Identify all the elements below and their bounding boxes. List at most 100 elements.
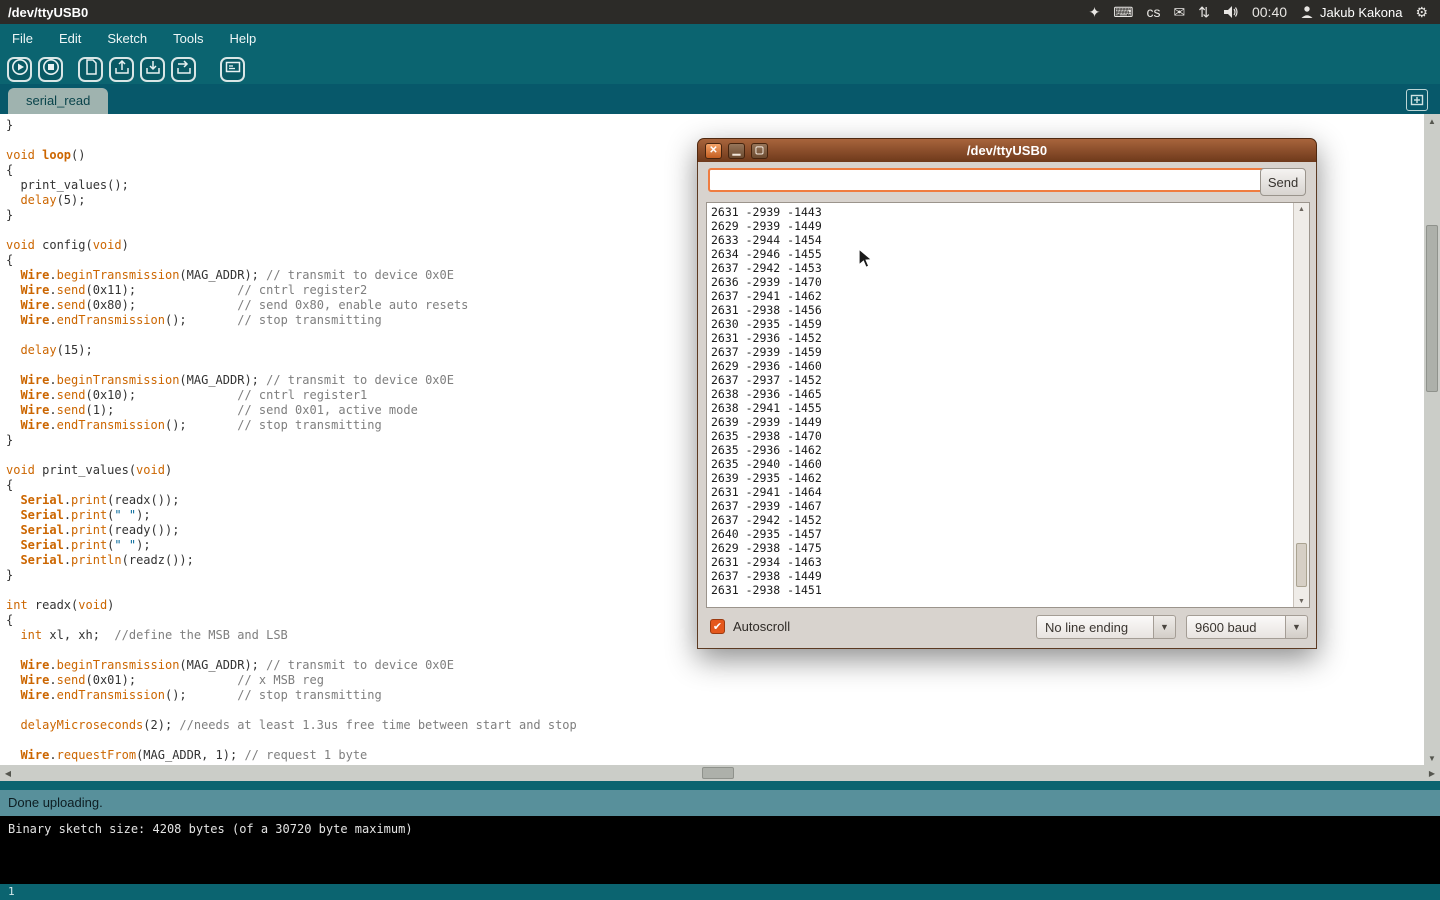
serial-line: 2640 -2935 -1457	[711, 527, 822, 541]
serial-line: 2637 -2941 -1462	[711, 289, 822, 303]
line-ending-select[interactable]: No line ending	[1036, 615, 1154, 639]
serial-line: 2638 -2936 -1465	[711, 387, 822, 401]
serial-output-scrollbar[interactable]: ▲ ▼	[1293, 203, 1309, 607]
serial-line: 2637 -2939 -1467	[711, 499, 822, 513]
baud-rate-select[interactable]: 9600 baud	[1186, 615, 1286, 639]
serial-line: 2631 -2934 -1463	[711, 555, 822, 569]
keyboard-icon[interactable]: ⌨	[1113, 5, 1133, 19]
serial-window-titlebar[interactable]: ✕ ▁ ▢ /dev/ttyUSB0	[697, 138, 1317, 162]
toolbar	[0, 54, 251, 84]
upload-button[interactable]	[171, 57, 196, 82]
serial-scroll-up-arrow[interactable]: ▲	[1294, 203, 1309, 215]
code-line: Wire.send(0x01); // x MSB reg	[6, 673, 1424, 688]
mail-icon[interactable]: ✉	[1174, 5, 1186, 19]
code-line: Wire.endTransmission(); // stop transmit…	[6, 688, 1424, 703]
menu-item-tools[interactable]: Tools	[173, 31, 203, 46]
editor-vertical-scrollbar[interactable]: ▲ ▼	[1424, 114, 1440, 765]
scroll-left-arrow[interactable]: ◀	[0, 766, 16, 780]
serial-line: 2635 -2938 -1470	[711, 429, 822, 443]
verify-icon	[11, 58, 29, 81]
code-line	[6, 703, 1424, 718]
keyboard-layout-label[interactable]: cs	[1147, 5, 1161, 19]
close-button[interactable]: ✕	[705, 143, 722, 159]
serial-monitor-window: ✕ ▁ ▢ /dev/ttyUSB0 Send 2631 -2939 -1443…	[697, 138, 1317, 649]
window-controls: ✕ ▁ ▢	[705, 143, 768, 159]
serial-line: 2629 -2939 -1449	[711, 219, 822, 233]
serial-line: 2637 -2939 -1459	[711, 345, 822, 359]
stop-button[interactable]	[38, 57, 63, 82]
code-line: Wire.beginTransmission(MAG_ADDR); // tra…	[6, 658, 1424, 673]
serial-line: 2635 -2940 -1460	[711, 457, 822, 471]
user-menu[interactable]: Jakub Kakona	[1300, 5, 1402, 20]
serial-line: 2630 -2935 -1459	[711, 317, 822, 331]
menu-item-edit[interactable]: Edit	[59, 31, 81, 46]
scroll-down-arrow[interactable]: ▼	[1424, 751, 1440, 765]
save-icon	[144, 58, 162, 81]
open-icon	[113, 58, 131, 81]
serial-line: 2634 -2946 -1455	[711, 247, 822, 261]
mouse-cursor	[858, 248, 874, 270]
open-button[interactable]	[109, 57, 134, 82]
stop-icon	[42, 58, 60, 81]
build-console: Binary sketch size: 4208 bytes (of a 307…	[0, 816, 1440, 884]
network-icon[interactable]: ⇅	[1198, 5, 1210, 19]
serial-input[interactable]	[708, 168, 1268, 192]
top-panel-indicators: ✦ ⌨ cs ✉ ⇅ 00:40 Jakub Kakona ⚙	[1089, 5, 1440, 20]
serial-bottom-bar: ✔ Autoscroll No line ending ▼ 9600 baud …	[698, 612, 1316, 642]
serial-line: 2639 -2939 -1449	[711, 415, 822, 429]
scroll-up-arrow[interactable]: ▲	[1424, 114, 1440, 128]
window-title: /dev/ttyUSB0	[8, 5, 88, 20]
new-icon	[82, 58, 100, 81]
autoscroll-label: Autoscroll	[733, 612, 790, 642]
serial-monitor-icon	[224, 58, 242, 81]
top-panel: /dev/ttyUSB0 ✦ ⌨ cs ✉ ⇅ 00:40 Jakub Kako…	[0, 0, 1440, 24]
editor-horizontal-scrollbar[interactable]: ◀ ▶	[0, 765, 1440, 781]
serial-line: 2639 -2935 -1462	[711, 471, 822, 485]
serial-output-area[interactable]: 2631 -2939 -14432629 -2939 -14492633 -29…	[706, 202, 1310, 608]
serial-scroll-down-arrow[interactable]: ▼	[1294, 595, 1309, 607]
menu-item-sketch[interactable]: Sketch	[107, 31, 147, 46]
session-gear-icon[interactable]: ⚙	[1415, 5, 1428, 19]
serial-line: 2631 -2938 -1451	[711, 583, 822, 597]
serial-line: 2637 -2938 -1449	[711, 569, 822, 583]
verify-button[interactable]	[7, 57, 32, 82]
serial-line: 2635 -2936 -1462	[711, 443, 822, 457]
serial-line: 2631 -2936 -1452	[711, 331, 822, 345]
new-button[interactable]	[78, 57, 103, 82]
serial-monitor-button[interactable]	[220, 57, 245, 82]
tab-strip: serial_read	[0, 84, 1440, 114]
status-bar: Done uploading.	[0, 790, 1440, 816]
vertical-scroll-thumb[interactable]	[1426, 225, 1438, 392]
scroll-right-arrow[interactable]: ▶	[1424, 766, 1440, 780]
maximize-button[interactable]: ▢	[751, 143, 768, 159]
tab-menu-button[interactable]	[1406, 89, 1428, 111]
save-button[interactable]	[140, 57, 165, 82]
serial-window-title: /dev/ttyUSB0	[967, 143, 1047, 158]
menu-item-file[interactable]: File	[12, 31, 33, 46]
line-ending-dropdown-arrow[interactable]: ▼	[1154, 615, 1176, 639]
serial-line: 2631 -2939 -1443	[711, 205, 822, 219]
volume-icon[interactable]	[1223, 5, 1239, 19]
serial-line: 2638 -2941 -1455	[711, 401, 822, 415]
user-icon	[1300, 5, 1314, 19]
upload-icon	[175, 58, 193, 81]
horizontal-scroll-thumb[interactable]	[702, 767, 734, 779]
serial-line: 2637 -2942 -1453	[711, 261, 822, 275]
serial-line: 2636 -2939 -1470	[711, 275, 822, 289]
tab-serial-read[interactable]: serial_read	[8, 88, 108, 114]
serial-line: 2629 -2936 -1460	[711, 359, 822, 373]
serial-output: 2631 -2939 -14432629 -2939 -14492633 -29…	[711, 205, 822, 597]
indicator-icon[interactable]: ✦	[1089, 5, 1101, 19]
clock[interactable]: 00:40	[1252, 5, 1287, 19]
code-line: }	[6, 118, 1424, 133]
serial-scroll-thumb[interactable]	[1296, 543, 1307, 587]
baud-rate-dropdown-arrow[interactable]: ▼	[1286, 615, 1308, 639]
minimize-button[interactable]: ▁	[728, 143, 745, 159]
serial-line: 2631 -2938 -1456	[711, 303, 822, 317]
code-line	[6, 733, 1424, 748]
menu-item-help[interactable]: Help	[229, 31, 256, 46]
line-number-strip: 1	[0, 884, 1440, 900]
autoscroll-checkbox[interactable]: ✔	[710, 619, 725, 634]
user-name: Jakub Kakona	[1320, 5, 1402, 20]
send-button[interactable]: Send	[1260, 168, 1306, 196]
